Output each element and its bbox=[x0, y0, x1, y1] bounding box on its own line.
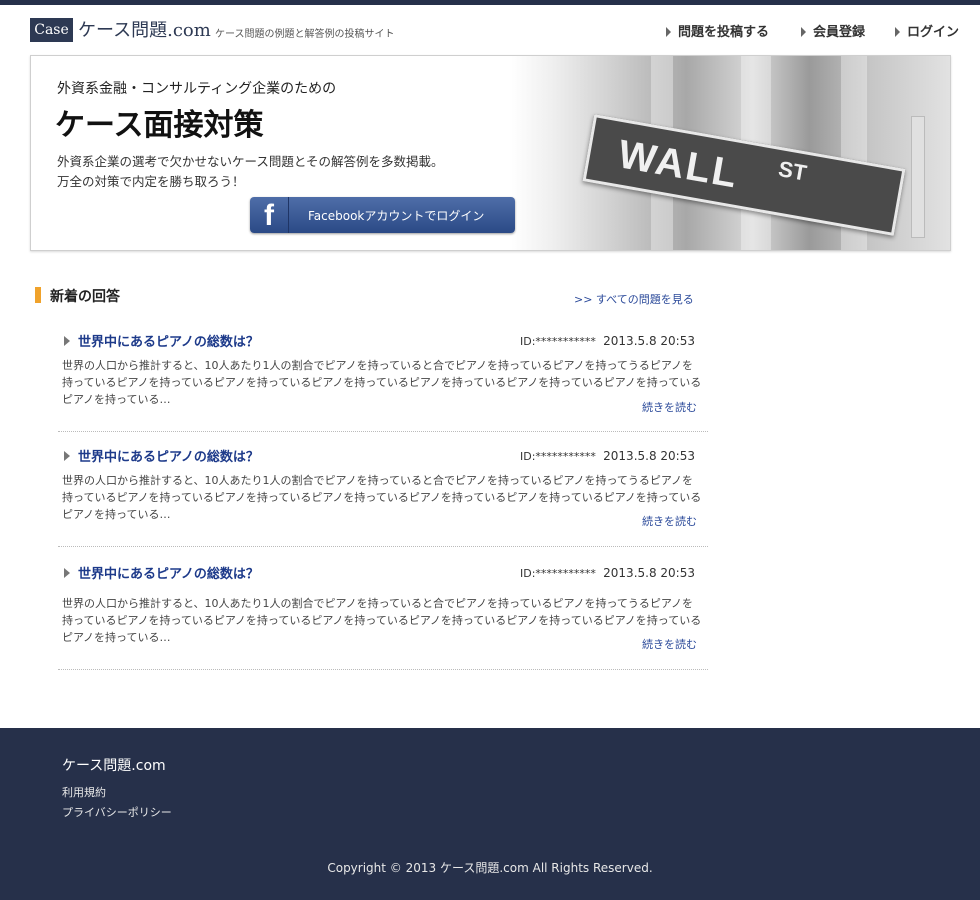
site-logo[interactable]: ケース問題.com bbox=[78, 16, 211, 42]
question-link[interactable]: 世界中にあるピアノの総数は？ bbox=[78, 446, 259, 465]
user-id: ID:*********** bbox=[520, 450, 596, 463]
site-footer: ケース問題.com 利用規約 プライバシーポリシー Copyright © 20… bbox=[0, 728, 980, 900]
chevron-right-icon bbox=[801, 27, 806, 37]
question-link[interactable]: 世界中にあるピアノの総数は？ bbox=[78, 563, 259, 582]
read-more-link[interactable]: 続きを読む bbox=[642, 636, 697, 652]
footer-link-privacy[interactable]: プライバシーポリシー bbox=[62, 804, 172, 820]
nav-login-label: ログイン bbox=[907, 25, 960, 40]
chevron-right-icon bbox=[666, 27, 671, 37]
logo-badge[interactable]: Case bbox=[30, 18, 73, 42]
section-title: 新着の回答 bbox=[50, 289, 120, 305]
nav-login[interactable]: ログイン bbox=[895, 21, 959, 40]
top-accent-bar bbox=[0, 0, 980, 5]
read-more-link[interactable]: 続きを読む bbox=[642, 513, 697, 529]
footer-link-terms[interactable]: 利用規約 bbox=[62, 784, 106, 800]
hero-title: ケース面接対策 bbox=[55, 108, 264, 143]
facebook-login-label: Facebookアカウントでログイン bbox=[308, 209, 485, 223]
user-id: ID:*********** bbox=[520, 567, 596, 580]
nav-post-question[interactable]: 問題を投稿する bbox=[666, 21, 769, 40]
site-tagline: ケース問題の例題と解答例の投稿サイト bbox=[215, 29, 395, 40]
hero-description: 外資系企業の選考で欠かせないケース問題とその解答例を多数掲載。 万全の対策で内定… bbox=[57, 152, 444, 192]
see-all-questions-link[interactable]: >> すべての問題を見る bbox=[574, 291, 694, 307]
user-id: ID:*********** bbox=[520, 335, 596, 348]
hero-banner: WALL ST 外資系金融・コンサルティング企業のための ケース面接対策 外資系… bbox=[30, 55, 951, 251]
copyright-text: Copyright © 2013 ケース問題.com All Rights Re… bbox=[327, 861, 653, 875]
post-date: 2013.5.8 20:53 bbox=[603, 334, 695, 348]
hero-desc-line: 外資系企業の選考で欠かせないケース問題とその解答例を多数掲載。 bbox=[57, 154, 444, 169]
answer-entry: 世界中にあるピアノの総数は？ ID:*********** 2013.5.8 2… bbox=[58, 563, 708, 670]
triangle-bullet-icon bbox=[64, 568, 70, 578]
sign-text-st: ST bbox=[776, 156, 809, 186]
nav-register[interactable]: 会員登録 bbox=[801, 21, 865, 40]
footer-site-name: ケース問題.com bbox=[62, 758, 166, 774]
hero-desc-line: 万全の対策で内定を勝ち取ろう！ bbox=[57, 174, 245, 189]
sign-text-wall: WALL bbox=[614, 132, 743, 197]
facebook-icon: f bbox=[250, 197, 289, 233]
section-accent-bar bbox=[35, 287, 41, 303]
triangle-bullet-icon bbox=[64, 451, 70, 461]
answer-excerpt: 世界の人口から推計すると、10人あたり1人の割合でピアノを持っていると合でピアノ… bbox=[62, 359, 702, 406]
facebook-login-button[interactable]: f Facebookアカウントでログイン bbox=[250, 197, 515, 233]
post-date: 2013.5.8 20:53 bbox=[603, 566, 695, 580]
answer-entry: 世界中にあるピアノの総数は？ ID:*********** 2013.5.8 2… bbox=[58, 446, 708, 547]
answer-excerpt: 世界の人口から推計すると、10人あたり1人の割合でピアノを持っていると合でピアノ… bbox=[62, 474, 702, 521]
triangle-bullet-icon bbox=[64, 336, 70, 346]
chevron-right-icon bbox=[895, 27, 900, 37]
read-more-link[interactable]: 続きを読む bbox=[642, 399, 697, 415]
answer-entry: 世界中にあるピアノの総数は？ ID:*********** 2013.5.8 2… bbox=[58, 331, 708, 432]
nav-register-label: 会員登録 bbox=[813, 25, 866, 40]
hero-subtitle: 外資系金融・コンサルティング企業のための bbox=[57, 81, 337, 97]
post-date: 2013.5.8 20:53 bbox=[603, 449, 695, 463]
answer-excerpt: 世界の人口から推計すると、10人あたり1人の割合でピアノを持っていると合でピアノ… bbox=[62, 597, 702, 644]
question-link[interactable]: 世界中にあるピアノの総数は？ bbox=[78, 331, 259, 350]
nav-post-label: 問題を投稿する bbox=[678, 25, 770, 40]
sign-post bbox=[911, 116, 925, 238]
